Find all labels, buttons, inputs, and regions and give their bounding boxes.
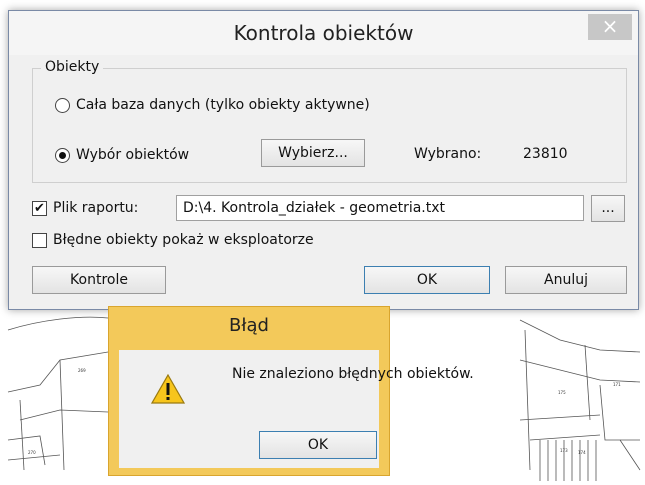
error-ok-button[interactable]: OK — [259, 431, 377, 459]
map-label: 171 — [613, 382, 621, 387]
error-message: Nie znaleziono błędnych obiektów. — [232, 366, 474, 382]
close-icon: × — [601, 14, 619, 38]
choose-button[interactable]: Wybierz... — [261, 139, 365, 167]
map-label: 174 — [578, 450, 586, 455]
dialog-titlebar: Kontrola obiektów × — [9, 11, 638, 55]
checkbox-checked[interactable]: ✔ — [32, 200, 47, 216]
checkbox-unchecked[interactable] — [32, 232, 47, 248]
show-in-explorer-checkbox[interactable]: Błędne obiekty pokaż w eksploatorze — [32, 232, 314, 248]
browse-button[interactable]: ... — [591, 195, 625, 222]
controls-button[interactable]: Kontrole — [32, 266, 166, 294]
error-dialog: Błąd Nie znaleziono błędnych obiektów. O… — [108, 306, 474, 476]
report-path-field[interactable]: D:\4. Kontrola_działek - geometria.txt — [176, 195, 584, 221]
radio-all-objects[interactable]: Cała baza danych (tylko obiekty aktywne) — [55, 97, 370, 113]
radio-circle[interactable] — [55, 97, 70, 113]
report-file-checkbox[interactable]: ✔ Plik raportu: — [32, 200, 138, 216]
error-dialog-body: Nie znaleziono błędnych obiektów. OK — [119, 350, 474, 468]
dialog-title: Kontrola obiektów — [233, 21, 414, 45]
ok-button[interactable]: OK — [364, 266, 490, 294]
objects-groupbox: Obiekty Cała baza danych (tylko obiekty … — [32, 59, 627, 183]
radio-all-objects-label: Cała baza danych (tylko obiekty aktywne) — [76, 97, 370, 113]
map-label: 173 — [560, 448, 568, 453]
map-label: 269 — [78, 368, 86, 373]
report-file-label: Plik raportu: — [53, 200, 139, 216]
close-button[interactable]: × — [588, 14, 632, 40]
radio-object-selection-label: Wybór obiektów — [76, 147, 190, 163]
error-dialog-title: Błąd — [229, 315, 269, 336]
selected-count: 23810 — [523, 146, 568, 162]
warning-icon — [151, 374, 185, 404]
map-label: 175 — [558, 390, 566, 395]
control-objects-dialog: Kontrola obiektów × Obiekty Cała baza da… — [8, 10, 639, 310]
radio-dot — [59, 151, 66, 159]
cancel-button[interactable]: Anuluj — [505, 266, 627, 294]
selected-label: Wybrano: — [414, 146, 482, 162]
radio-object-selection[interactable]: Wybór obiektów — [55, 147, 189, 163]
map-label: 270 — [28, 450, 36, 455]
show-in-explorer-label: Błędne obiekty pokaż w eksploatorze — [53, 232, 314, 248]
radio-circle-selected[interactable] — [55, 147, 70, 163]
groupbox-legend: Obiekty — [41, 59, 104, 75]
